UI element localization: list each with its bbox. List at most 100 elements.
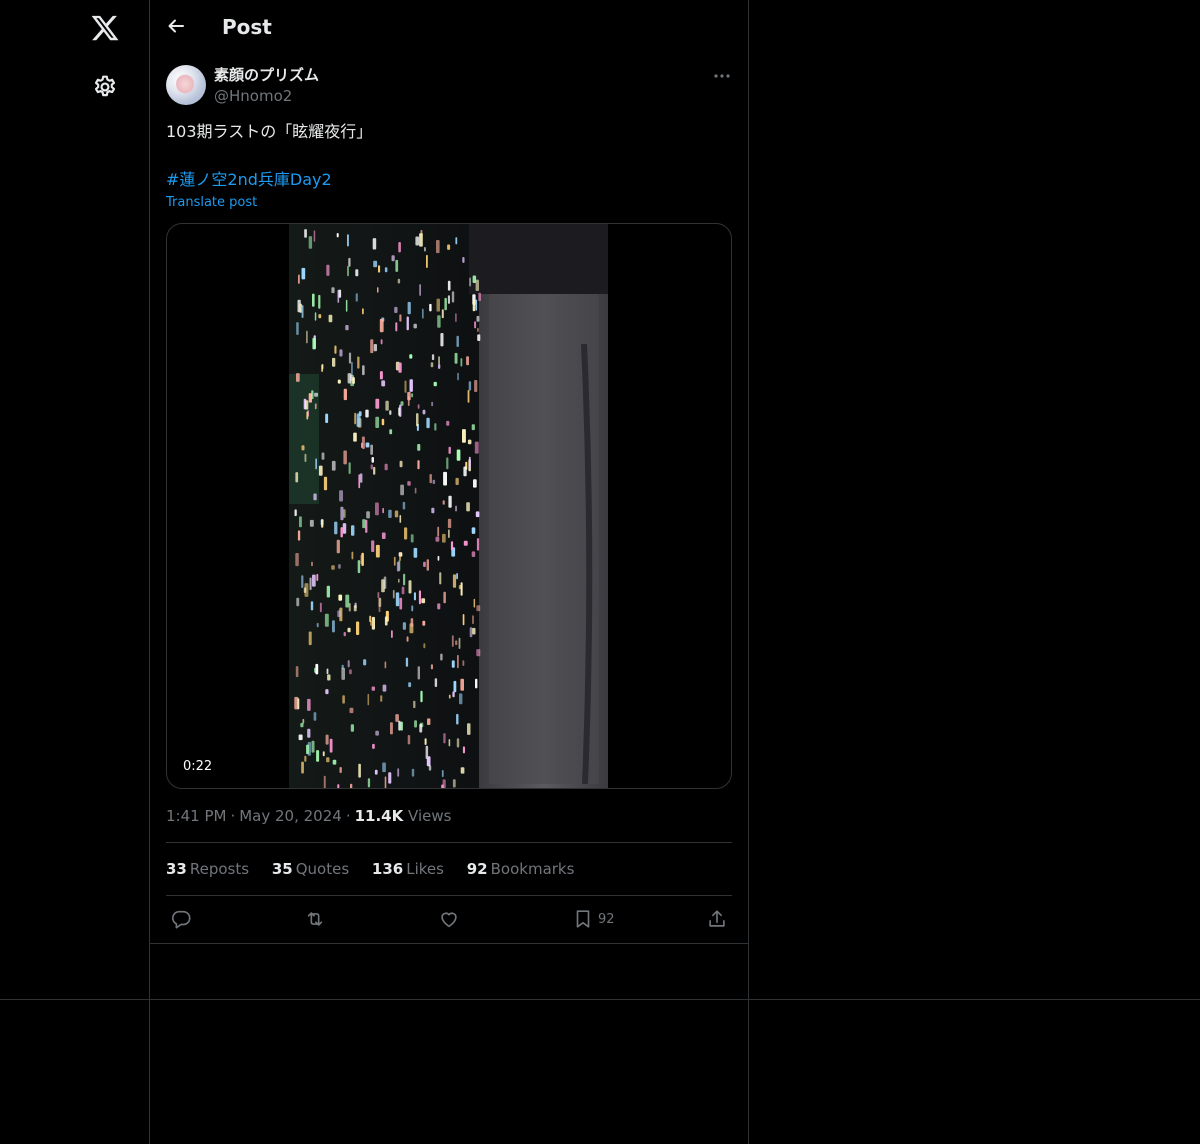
penlight-glow bbox=[295, 472, 299, 483]
penlight-glow bbox=[410, 618, 414, 627]
penlight-glow bbox=[428, 765, 432, 771]
penlight-glow bbox=[350, 783, 353, 788]
penlight-glow bbox=[312, 574, 316, 587]
penlight-glow bbox=[312, 293, 315, 307]
author-name[interactable]: 素顔のプリズム bbox=[214, 65, 319, 85]
penlight-glow bbox=[311, 740, 315, 753]
penlight-glow bbox=[400, 484, 404, 496]
penlight-glow bbox=[426, 756, 431, 767]
translate-post-link[interactable]: Translate post bbox=[166, 194, 257, 212]
penlight-glow bbox=[429, 303, 432, 312]
bookmark-count: 92 bbox=[598, 911, 615, 927]
post-date[interactable]: May 20, 2024 bbox=[239, 807, 342, 825]
avatar[interactable] bbox=[166, 65, 206, 105]
penlight-glow bbox=[475, 511, 480, 518]
penlight-glow bbox=[437, 603, 441, 610]
penlight-glow bbox=[431, 354, 435, 361]
penlight-glow bbox=[455, 237, 458, 245]
penlight-glow bbox=[397, 278, 401, 284]
stat-count: 33 bbox=[166, 860, 187, 878]
penlight-glow bbox=[394, 306, 398, 313]
penlight-glow bbox=[314, 403, 317, 410]
penlight-glow bbox=[334, 345, 337, 354]
penlight-glow bbox=[422, 308, 424, 319]
penlight-glow bbox=[441, 309, 444, 319]
penlight-glow bbox=[336, 233, 339, 238]
stat-bookmarks[interactable]: 92 Bookmarks bbox=[467, 860, 575, 878]
penlight-glow bbox=[450, 541, 454, 551]
penlight-glow bbox=[411, 768, 415, 777]
penlight-glow bbox=[419, 284, 421, 296]
penlight-glow bbox=[301, 575, 304, 588]
penlight-glow bbox=[452, 574, 457, 588]
stat-quotes[interactable]: 35 Quotes bbox=[272, 860, 349, 878]
penlight-glow bbox=[295, 553, 299, 567]
penlight-glow bbox=[442, 500, 445, 505]
more-options-icon[interactable] bbox=[712, 70, 732, 82]
penlight-glow bbox=[365, 442, 370, 448]
like-button[interactable] bbox=[438, 907, 460, 931]
penlight-glow bbox=[324, 613, 329, 627]
penlight-glow bbox=[296, 373, 300, 382]
stat-count: 35 bbox=[271, 860, 293, 878]
penlight-glow bbox=[416, 413, 419, 427]
penlight-glow bbox=[348, 257, 351, 267]
gear-icon[interactable] bbox=[92, 74, 118, 100]
video-player[interactable]: 0:22 bbox=[166, 223, 732, 789]
penlight-glow bbox=[459, 693, 463, 705]
penlight-glow bbox=[347, 660, 350, 668]
penlight-glow bbox=[328, 314, 333, 323]
penlight-glow bbox=[311, 561, 313, 567]
penlight-glow bbox=[419, 233, 423, 247]
penlight-glow bbox=[310, 601, 314, 611]
penlight-glow bbox=[455, 477, 459, 485]
share-button[interactable] bbox=[706, 907, 728, 931]
penlight-glow bbox=[460, 678, 464, 691]
hashtag-link[interactable]: #蓮ノ空2nd兵庫Day2 bbox=[166, 168, 332, 192]
penlight-glow bbox=[407, 391, 411, 401]
penlight-glow bbox=[336, 539, 340, 554]
penlight-glow bbox=[349, 707, 354, 714]
penlight-glow bbox=[338, 594, 343, 601]
arrow-left-icon[interactable] bbox=[164, 14, 188, 38]
penlight-glow bbox=[463, 540, 468, 546]
stat-likes[interactable]: 136 Likes bbox=[372, 860, 444, 878]
repost-button[interactable] bbox=[304, 907, 326, 931]
post-time[interactable]: 1:41 PM bbox=[166, 807, 226, 825]
author-handle[interactable]: @Hnomo2 bbox=[214, 86, 292, 106]
reply-button[interactable] bbox=[170, 907, 192, 931]
penlight-glow bbox=[469, 627, 473, 638]
x-logo-icon[interactable] bbox=[90, 13, 120, 43]
penlight-glow bbox=[467, 390, 470, 403]
penlight-glow bbox=[384, 661, 387, 669]
penlight-glow bbox=[409, 379, 413, 392]
stat-reposts[interactable]: 33 Reposts bbox=[166, 860, 249, 878]
penlight-glow bbox=[314, 312, 317, 321]
penlight-glow bbox=[307, 728, 311, 738]
penlight-glow bbox=[332, 620, 335, 633]
penlight-glow bbox=[326, 668, 329, 675]
penlight-glow bbox=[362, 519, 366, 529]
penlight-glow bbox=[413, 547, 418, 558]
penlight-glow bbox=[420, 690, 423, 703]
penlight-glow bbox=[388, 772, 392, 784]
penlight-glow bbox=[381, 380, 386, 387]
penlight-glow bbox=[453, 680, 457, 693]
penlight-glow bbox=[370, 339, 374, 354]
penlight-glow bbox=[377, 592, 380, 599]
penlight-glow bbox=[326, 585, 330, 598]
penlight-glow bbox=[316, 750, 320, 762]
penlight-glow bbox=[305, 400, 309, 410]
penlight-glow bbox=[474, 321, 477, 329]
penlight-glow bbox=[337, 379, 341, 384]
penlight-glow bbox=[448, 446, 451, 454]
penlight-glow bbox=[451, 660, 455, 668]
bookmark-button[interactable]: 92 bbox=[572, 907, 615, 931]
video-frame bbox=[289, 224, 608, 788]
penlight-glow bbox=[402, 622, 406, 630]
penlight-glow bbox=[454, 352, 458, 364]
penlight-glow bbox=[456, 335, 459, 347]
penlight-glow bbox=[452, 691, 455, 698]
penlight-glow bbox=[370, 444, 373, 455]
penlight-glow bbox=[456, 713, 459, 725]
